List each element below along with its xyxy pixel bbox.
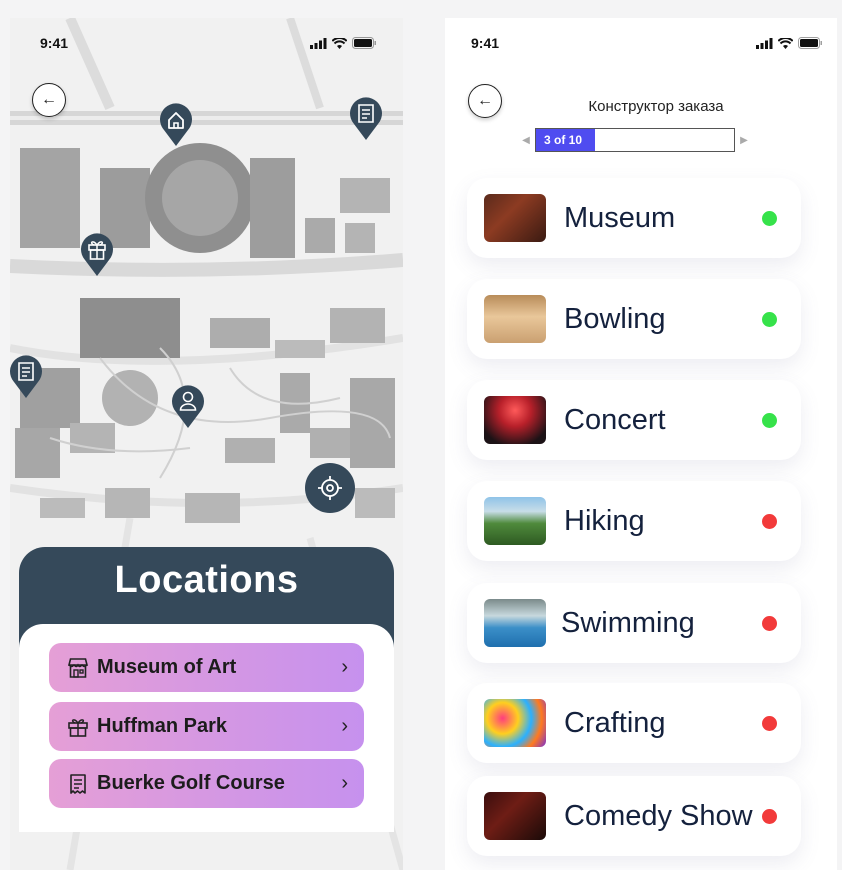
home-pin[interactable] — [158, 100, 194, 146]
wifi-icon — [332, 37, 347, 49]
back-button[interactable]: ← — [32, 83, 66, 117]
location-item-label: Huffman Park — [97, 715, 228, 737]
signal-icon — [756, 37, 773, 49]
battery-icon — [352, 37, 376, 49]
status-time: 9:41 — [471, 35, 500, 51]
crosshair-icon — [318, 476, 342, 500]
status-dot — [762, 513, 777, 529]
person-pin[interactable] — [170, 382, 206, 428]
activity-card-concert[interactable]: Concert — [467, 380, 801, 460]
arrow-left-icon: ← — [477, 92, 493, 109]
activity-card-comedy-show[interactable]: Comedy Show — [467, 776, 801, 856]
activity-name: Hiking — [564, 505, 645, 537]
gift-pin[interactable] — [79, 230, 115, 276]
hiking-thumbnail — [484, 497, 546, 545]
locations-sheet: Locations Museum of Art › Huffman Park › — [19, 547, 394, 832]
concert-thumbnail — [484, 396, 546, 444]
arrow-left-icon: ← — [41, 91, 57, 108]
battery-icon — [798, 37, 822, 49]
activity-name: Crafting — [564, 707, 666, 739]
home-icon — [160, 103, 192, 146]
bowling-thumbnail — [484, 295, 546, 343]
signal-icon — [310, 37, 327, 49]
chevron-right-icon: › — [341, 772, 348, 794]
crafting-thumbnail — [484, 699, 546, 747]
status-dot — [762, 412, 777, 428]
receipt-icon — [350, 97, 382, 140]
receipt-pin-2[interactable] — [10, 352, 44, 398]
store-icon — [65, 655, 91, 681]
locations-list: Museum of Art › Huffman Park › Buerke Go… — [19, 624, 394, 832]
gift-icon — [65, 714, 91, 740]
activity-name: Museum — [564, 202, 676, 234]
gift-icon — [81, 233, 113, 276]
activity-card-museum[interactable]: Museum — [467, 178, 801, 258]
back-button[interactable]: ← — [468, 84, 502, 118]
activity-card-bowling[interactable]: Bowling — [467, 279, 801, 359]
sheet-title: Locations — [114, 559, 299, 601]
location-item-label: Buerke Golf Course — [97, 772, 285, 794]
locate-me-button[interactable] — [305, 463, 355, 513]
locations-screen: 9:41 ← Locations Museum of Art › Huffman… — [10, 18, 403, 870]
wifi-icon — [778, 37, 793, 49]
activity-card-swimming[interactable]: Swimming — [467, 583, 801, 663]
status-dot — [762, 311, 777, 327]
prev-step-icon[interactable]: ◀ — [521, 135, 531, 146]
location-item-buerke-golf-course[interactable]: Buerke Golf Course › — [49, 759, 364, 808]
progress-text: 3 of 10 — [544, 133, 583, 147]
status-dot — [762, 808, 777, 824]
location-item-museum-of-art[interactable]: Museum of Art › — [49, 643, 364, 692]
status-bar: 9:41 — [445, 18, 837, 68]
step-progress: ◀ 3 of 10 ▶ — [521, 128, 753, 152]
status-dot — [762, 715, 777, 731]
person-icon — [172, 385, 204, 428]
location-item-huffman-park[interactable]: Huffman Park › — [49, 702, 364, 751]
chevron-right-icon: › — [341, 656, 348, 678]
museum-thumbnail — [484, 194, 546, 242]
status-dot — [762, 615, 777, 631]
receipt-icon — [65, 771, 91, 797]
page-title: Конструктор заказа — [588, 98, 724, 115]
next-step-icon[interactable]: ▶ — [739, 135, 749, 146]
chevron-right-icon: › — [341, 715, 348, 737]
activity-card-hiking[interactable]: Hiking — [467, 481, 801, 561]
activity-card-crafting[interactable]: Crafting — [467, 683, 801, 763]
comedy-thumbnail — [484, 792, 546, 840]
activity-name: Comedy Show — [564, 800, 753, 832]
activity-name: Swimming — [561, 607, 695, 639]
progress-bar: 3 of 10 — [535, 128, 735, 152]
status-bar: 9:41 — [10, 18, 403, 68]
location-item-label: Museum of Art — [97, 656, 237, 678]
receipt-icon — [10, 355, 42, 398]
activity-name: Concert — [564, 404, 666, 436]
status-dot — [762, 210, 777, 226]
receipt-pin[interactable] — [348, 94, 384, 140]
activity-name: Bowling — [564, 303, 666, 335]
status-time: 9:41 — [40, 35, 69, 51]
swimming-thumbnail — [484, 599, 546, 647]
order-builder-screen: 9:41 ← Конструктор заказа ◀ 3 of 10 ▶ Mu… — [445, 18, 837, 870]
